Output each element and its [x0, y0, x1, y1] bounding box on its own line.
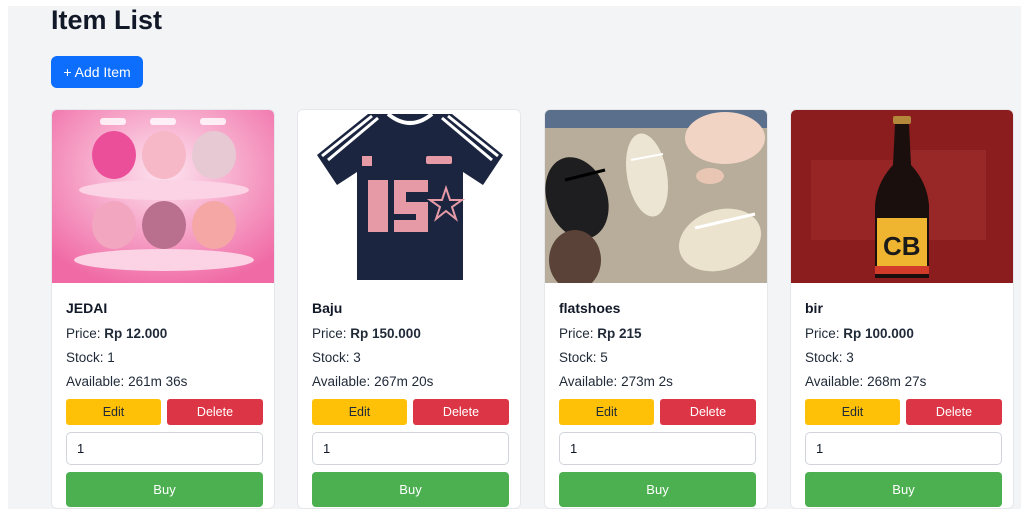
item-stock: Stock: 3 — [312, 350, 361, 365]
item-available: Available: 268m 27s — [805, 374, 927, 389]
item-available-value: 261m 36s — [128, 374, 188, 389]
quantity-input[interactable] — [805, 432, 1002, 465]
item-price-value: Rp 150.000 — [350, 326, 421, 341]
item-stock-value: 3 — [353, 350, 361, 365]
buy-button[interactable]: Buy — [66, 472, 263, 507]
item-available-value: 273m 2s — [621, 374, 673, 389]
page-container: Item List + Add Item JEDAI Price: Rp 12.… — [8, 6, 1021, 509]
item-image — [52, 110, 274, 283]
edit-button[interactable]: Edit — [66, 399, 161, 425]
item-available-value: 268m 27s — [867, 374, 927, 389]
item-image — [545, 110, 767, 283]
delete-button[interactable]: Delete — [660, 399, 756, 425]
item-price: Price: Rp 215 — [559, 326, 642, 341]
item-price-value: Rp 215 — [597, 326, 642, 341]
item-card: CB bir Price: Rp 100.000 Stock: 3 Availa… — [790, 109, 1014, 509]
item-price: Price: Rp 100.000 — [805, 326, 914, 341]
item-price-value: Rp 12.000 — [104, 326, 168, 341]
delete-button[interactable]: Delete — [906, 399, 1002, 425]
item-stock-value: 3 — [846, 350, 854, 365]
item-stock: Stock: 5 — [559, 350, 608, 365]
delete-button[interactable]: Delete — [413, 399, 509, 425]
edit-button[interactable]: Edit — [559, 399, 654, 425]
item-stock-value: 5 — [600, 350, 608, 365]
item-name: flatshoes — [559, 300, 621, 316]
buy-button[interactable]: Buy — [312, 472, 509, 507]
item-price: Price: Rp 12.000 — [66, 326, 168, 341]
page-title: Item List — [51, 5, 163, 35]
item-name: Baju — [312, 300, 343, 316]
item-name: bir — [805, 300, 823, 316]
add-item-button[interactable]: + Add Item — [51, 56, 143, 88]
item-price-value: Rp 100.000 — [843, 326, 914, 341]
svg-text:CB: CB — [883, 231, 921, 261]
item-stock: Stock: 3 — [805, 350, 854, 365]
item-available: Available: 261m 36s — [66, 374, 188, 389]
item-card: Baju Price: Rp 150.000 Stock: 3 Availabl… — [297, 109, 521, 509]
item-image: CB — [791, 110, 1013, 283]
item-stock-value: 1 — [107, 350, 115, 365]
buy-button[interactable]: Buy — [805, 472, 1002, 507]
delete-button[interactable]: Delete — [167, 399, 263, 425]
item-stock: Stock: 1 — [66, 350, 115, 365]
quantity-input[interactable] — [312, 432, 509, 465]
item-available: Available: 267m 20s — [312, 374, 434, 389]
item-name: JEDAI — [66, 300, 108, 316]
edit-button[interactable]: Edit — [312, 399, 407, 425]
item-card: flatshoes Price: Rp 215 Stock: 5 Availab… — [544, 109, 768, 509]
quantity-input[interactable] — [66, 432, 263, 465]
buy-button[interactable]: Buy — [559, 472, 756, 507]
item-price: Price: Rp 150.000 — [312, 326, 421, 341]
item-image — [298, 110, 520, 283]
item-available-value: 267m 20s — [374, 374, 434, 389]
item-available: Available: 273m 2s — [559, 374, 673, 389]
quantity-input[interactable] — [559, 432, 756, 465]
item-card: JEDAI Price: Rp 12.000 Stock: 1 Availabl… — [51, 109, 275, 509]
edit-button[interactable]: Edit — [805, 399, 900, 425]
